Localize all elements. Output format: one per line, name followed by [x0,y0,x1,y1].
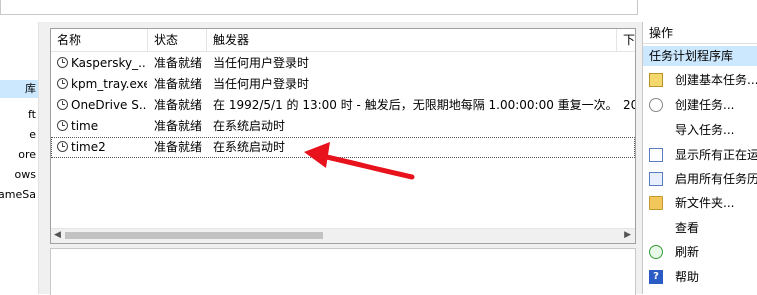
task-details-pane [50,248,636,295]
task-name: time [71,119,99,133]
task-name: kpm_tray.exe [71,77,147,91]
running-tasks-icon [649,148,663,162]
task-row[interactable]: OneDrive S... 准备就绪 在 1992/5/1 的 13:00 时 … [51,95,635,116]
tree-item-label: e [29,128,36,141]
action-enable-history[interactable]: 启用所有任务历 [643,167,757,191]
action-help[interactable]: ? 帮助 [643,265,757,289]
clock-icon [57,141,68,152]
action-label: 帮助 [675,270,700,284]
action-label: 创建任务... [675,98,735,112]
help-icon: ? [649,270,663,284]
clock-icon [57,120,68,131]
refresh-icon [649,245,663,259]
action-create-basic-task[interactable]: 创建基本任务... [643,68,757,92]
scrollbar-thumb[interactable] [65,232,323,239]
action-create-task[interactable]: 创建任务... [643,93,757,117]
action-label: 查看 [675,221,700,235]
action-new-folder[interactable]: 新文件夹... [643,191,757,215]
path-field [0,0,638,15]
task-status: 准备就绪 [154,56,203,70]
action-import-task[interactable]: 导入任务... [643,118,757,142]
tree-item-label: ameSa [0,188,36,201]
top-address-bar [0,0,757,22]
action-label: 启用所有任务历 [675,172,757,186]
tree-item-label: 库 [25,82,36,95]
scroll-left-icon[interactable]: ◀ [54,230,61,240]
action-view[interactable]: 查看 [643,216,757,240]
navigation-tree: 库 ft e ore ows ameSa [0,22,38,294]
horizontal-scrollbar[interactable]: ◀ ▶ [51,228,635,243]
tree-item[interactable]: ameSa [0,186,38,204]
basic-task-icon [649,73,663,87]
task-name: OneDrive S... [71,98,147,112]
task-status: 准备就绪 [154,119,203,133]
task-status: 准备就绪 [154,98,203,112]
clock-icon [57,78,68,89]
task-trigger: 在 1992/5/1 的 13:00 时 - 触发后，无限期地每隔 1.00:0… [213,98,615,112]
folder-icon [649,196,663,210]
column-header-next-run[interactable]: 下 [617,29,635,51]
action-label: 导入任务... [675,123,735,137]
column-header-trigger[interactable]: 触发器 [207,29,617,51]
column-header-status[interactable]: 状态 [148,29,207,51]
task-name: time2 [71,140,106,154]
task-trigger: 在系统启动时 [213,140,286,154]
tree-item-label: ft [28,108,36,121]
task-row[interactable]: Kaspersky_... 准备就绪 当任何用户登录时 [51,53,635,74]
task-list: 名称 状态 触发器 下 Kaspersky_... 准备就绪 当任何用户登录时 … [50,28,636,244]
task-icon [649,98,663,112]
task-trigger: 在系统启动时 [213,119,286,133]
tree-item[interactable]: ows [0,166,38,184]
task-name: Kaspersky_... [71,56,147,70]
task-row[interactable]: kpm_tray.exe 准备就绪 当任何用户登录时 [51,74,635,95]
tree-item[interactable]: ft [0,106,38,124]
action-refresh[interactable]: 刷新 [643,240,757,264]
task-trigger: 当任何用户登录时 [213,77,310,91]
clock-icon [57,57,68,68]
scroll-right-icon[interactable]: ▶ [624,230,631,240]
task-status: 准备就绪 [154,77,203,91]
tree-item-label: ows [14,168,36,181]
task-row[interactable]: time 准备就绪 在系统启动时 [51,116,635,137]
history-icon [649,172,663,186]
task-status: 准备就绪 [154,140,203,154]
actions-pane: 操作 任务计划程序库 创建基本任务... 创建任务... 导入任务... 显示所… [642,22,757,294]
action-show-running-tasks[interactable]: 显示所有正在运 [643,143,757,167]
tree-item-label: ore [18,148,36,161]
tree-item[interactable]: ore [0,146,38,164]
action-label: 新文件夹... [675,196,735,210]
tree-item[interactable]: e [0,126,38,144]
action-label: 创建基本任务... [675,73,757,87]
task-list-header: 名称 状态 触发器 下 [51,29,635,52]
actions-title: 操作 [643,22,757,44]
task-next-run: 20 [623,98,635,112]
action-label: 显示所有正在运 [675,148,757,162]
clock-icon [57,99,68,110]
annotation-arrow-icon [304,142,415,180]
actions-section-header[interactable]: 任务计划程序库 [643,46,757,66]
action-label: 刷新 [675,245,700,259]
tree-item-library[interactable]: 库 [0,80,38,98]
task-trigger: 当任何用户登录时 [213,56,310,70]
column-header-name[interactable]: 名称 [51,29,148,51]
